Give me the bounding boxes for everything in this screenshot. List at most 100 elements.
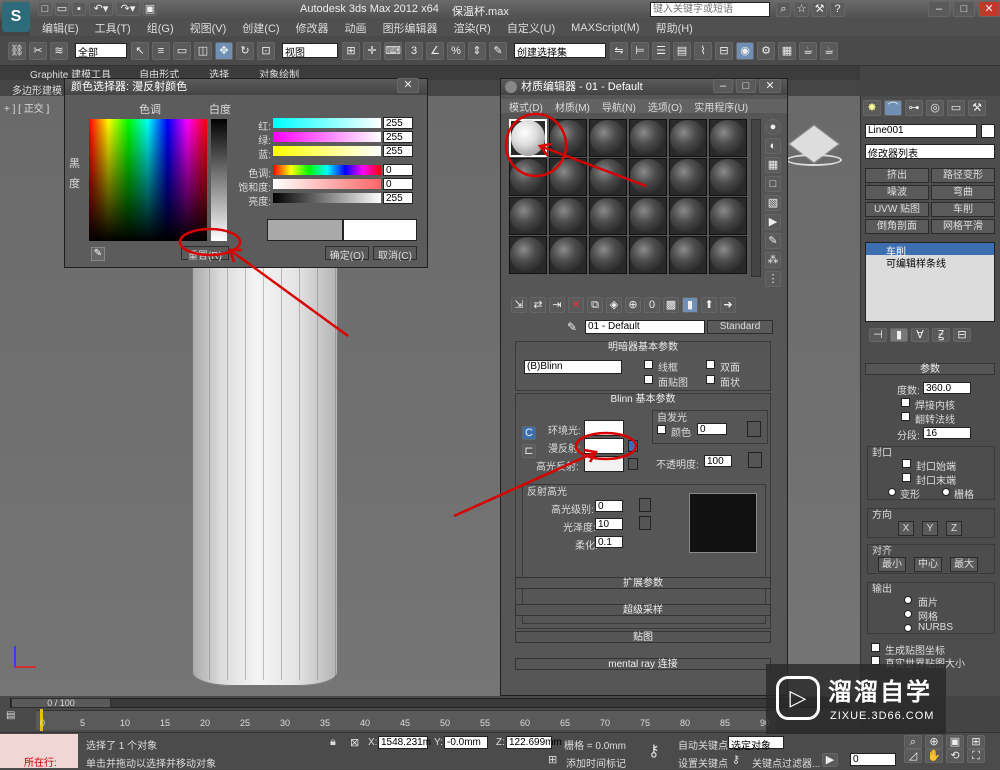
- pivot-center-icon[interactable]: ⊞: [342, 41, 360, 60]
- y-coord-field[interactable]: -0.0mm: [444, 736, 488, 749]
- maximize-viewport-icon[interactable]: ⛶: [967, 749, 985, 763]
- sample-slot[interactable]: [509, 236, 547, 274]
- align-center-button[interactable]: 中心: [914, 557, 942, 572]
- named-selection-select[interactable]: 创建选择集: [514, 43, 606, 59]
- modifier-btn-lathe[interactable]: 车削: [931, 202, 995, 217]
- saturation-slider[interactable]: [273, 179, 381, 189]
- sample-slot[interactable]: [509, 197, 547, 235]
- keyboard-shortcut-icon[interactable]: ⌨: [384, 41, 402, 60]
- sample-slot[interactable]: [629, 119, 667, 157]
- red-slider[interactable]: [273, 118, 381, 128]
- sample-slot[interactable]: [549, 236, 587, 274]
- display-tab-icon[interactable]: ▭: [947, 100, 965, 116]
- absolute-mode-icon[interactable]: ⊠: [350, 736, 359, 749]
- specular-map-button[interactable]: [628, 458, 638, 470]
- pin-stack-icon[interactable]: ⊣: [869, 328, 887, 342]
- undo-icon[interactable]: ↶▾: [89, 2, 113, 16]
- modifier-btn-noise[interactable]: 噪波: [865, 185, 929, 200]
- create-tab-icon[interactable]: ✸: [863, 100, 881, 116]
- stack-item-lathe[interactable]: 车削: [866, 243, 994, 258]
- minimize-icon[interactable]: –: [928, 1, 950, 17]
- go-to-parent-icon[interactable]: ⬆: [701, 297, 717, 313]
- rollout-extended-params[interactable]: 扩展参数: [515, 577, 771, 589]
- dialog-close-icon[interactable]: ✕: [397, 78, 419, 93]
- glossiness-value[interactable]: 10: [595, 518, 623, 530]
- menu-graph-editors[interactable]: 图形编辑器: [383, 20, 438, 36]
- patch-radio[interactable]: [904, 596, 912, 604]
- help-search-input[interactable]: [650, 2, 770, 17]
- remove-modifier-icon[interactable]: Ꙃ: [932, 328, 950, 342]
- cap-start-checkbox[interactable]: [902, 459, 911, 468]
- put-to-library-icon[interactable]: ⊕: [625, 297, 641, 313]
- sample-slot[interactable]: [549, 119, 587, 157]
- move-icon[interactable]: ✥: [215, 41, 233, 60]
- angle-snap-icon[interactable]: ∠: [426, 41, 444, 60]
- show-in-viewport-icon[interactable]: ▩: [663, 297, 679, 313]
- sample-type-icon[interactable]: ●: [765, 119, 781, 135]
- lock-ambient-diffuse-icon[interactable]: C: [522, 426, 536, 440]
- green-value[interactable]: 255: [383, 131, 413, 143]
- menu-group[interactable]: 组(G): [147, 20, 174, 36]
- shader-select[interactable]: (B)Blinn: [524, 360, 622, 374]
- material-name-field[interactable]: 01 - Default: [585, 320, 705, 334]
- x-coord-field[interactable]: 1548.231m: [378, 736, 431, 749]
- percent-snap-icon[interactable]: %: [447, 41, 465, 60]
- sample-slot[interactable]: [709, 197, 747, 235]
- z-coord-field[interactable]: 122.699mm: [506, 736, 562, 749]
- zoom-extents-icon[interactable]: ▣: [946, 735, 964, 749]
- value-slider[interactable]: [273, 193, 381, 203]
- configure-sets-icon[interactable]: ⊟: [953, 328, 971, 342]
- mat-menu-utilities[interactable]: 实用程序(U): [694, 99, 748, 114]
- menu-modifiers[interactable]: 修改器: [296, 20, 329, 36]
- sample-slot[interactable]: [589, 236, 627, 274]
- axis-x-button[interactable]: X: [898, 521, 914, 536]
- blue-value[interactable]: 255: [383, 145, 413, 157]
- put-to-scene-icon[interactable]: ⇄: [530, 297, 546, 313]
- spec-level-value[interactable]: 0: [595, 500, 623, 512]
- make-unique-stack-icon[interactable]: ∀: [911, 328, 929, 342]
- set-key-button[interactable]: 设置关键点: [678, 755, 728, 770]
- self-illum-color-checkbox[interactable]: [657, 425, 666, 434]
- material-id-icon[interactable]: 0: [644, 297, 660, 313]
- green-slider[interactable]: [273, 132, 381, 142]
- eyedropper-icon[interactable]: ✎: [91, 247, 105, 261]
- grid-radio[interactable]: [942, 488, 950, 496]
- time-slider[interactable]: 0 / 100: [10, 698, 850, 708]
- current-frame-field[interactable]: 0: [850, 753, 896, 766]
- utilities-tab-icon[interactable]: ⚒: [968, 100, 986, 116]
- viewport-label[interactable]: + ] [ 正交 ]: [4, 100, 49, 115]
- faceted-checkbox[interactable]: [706, 375, 715, 384]
- make-copy-icon[interactable]: ⧉: [587, 297, 603, 313]
- selection-filter-select[interactable]: 全部: [75, 43, 127, 59]
- blinn-rollout-header[interactable]: Blinn 基本参数: [516, 394, 770, 406]
- sample-slot[interactable]: [669, 119, 707, 157]
- opacity-map-button[interactable]: [748, 452, 762, 468]
- menu-customize[interactable]: 自定义(U): [507, 20, 555, 36]
- uv-tiling-icon[interactable]: □: [765, 176, 781, 192]
- align-icon[interactable]: ⊨: [631, 41, 649, 60]
- scale-icon[interactable]: ⊡: [257, 41, 275, 60]
- gen-map-coords-checkbox[interactable]: [871, 643, 880, 652]
- key-filters-button[interactable]: 关键点过滤器...: [752, 755, 820, 770]
- menu-help[interactable]: 帮助(H): [656, 20, 693, 36]
- select-object-icon[interactable]: ↖: [131, 41, 149, 60]
- sample-slot[interactable]: [589, 119, 627, 157]
- redo-icon[interactable]: ↷▾: [116, 2, 140, 16]
- mat-close-icon[interactable]: ✕: [759, 79, 781, 93]
- sample-slot[interactable]: [549, 158, 587, 196]
- maximize-icon[interactable]: □: [953, 1, 975, 17]
- cancel-button[interactable]: 取消(C): [373, 246, 417, 262]
- fov-icon[interactable]: ◿: [904, 749, 922, 763]
- unlink-icon[interactable]: ✂: [29, 41, 47, 60]
- binoculars-icon[interactable]: ⌕: [776, 2, 791, 17]
- background-icon[interactable]: ▦: [765, 157, 781, 173]
- material-type-button[interactable]: Standard: [707, 320, 773, 334]
- close-icon[interactable]: ✕: [978, 1, 1000, 17]
- lock-diffuse-specular-icon[interactable]: ⊏: [522, 444, 536, 458]
- zoom-all-icon[interactable]: ⊕: [925, 735, 943, 749]
- nurbs-radio[interactable]: [904, 624, 912, 632]
- sample-slot[interactable]: [709, 158, 747, 196]
- specular-swatch[interactable]: [584, 456, 624, 472]
- sample-slot[interactable]: [629, 158, 667, 196]
- axis-z-button[interactable]: Z: [946, 521, 962, 536]
